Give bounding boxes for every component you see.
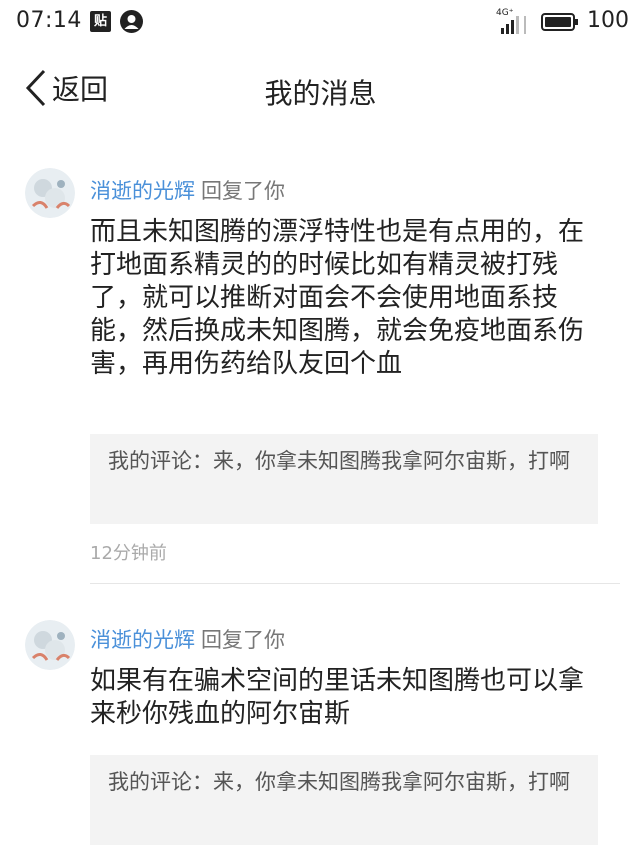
message-time: 12分钟前 bbox=[90, 543, 167, 564]
message-body[interactable]: 如果有在骗术空间的里话未知图腾也可以拿来秒你残血的阿尔宙斯 bbox=[90, 665, 600, 731]
battery-percent: 100 bbox=[587, 8, 629, 33]
status-bar: 07:14 贴 4G⁺ 100 bbox=[0, 0, 641, 44]
page-title: 我的消息 bbox=[264, 77, 377, 110]
avatar[interactable] bbox=[25, 620, 75, 670]
my-comment-quote[interactable]: 我的评论：来，你拿未知图腾我拿阿尔宙斯，打啊 bbox=[90, 434, 598, 524]
signal-icon bbox=[501, 16, 526, 34]
account-notification-icon bbox=[120, 10, 143, 33]
battery-icon bbox=[541, 13, 578, 31]
tieba-notification-icon: 贴 bbox=[90, 11, 111, 32]
message-body[interactable]: 而且未知图腾的漂浮特性也是有点用的，在打地面系精灵的的时候比如有精灵被打残了，就… bbox=[90, 216, 600, 381]
message-header: 消逝的光辉 回复了你 bbox=[90, 624, 285, 654]
reply-action-text: 回复了你 bbox=[201, 179, 285, 203]
nav-bar: 返回 我的消息 bbox=[0, 52, 641, 126]
reply-action-text: 回复了你 bbox=[201, 628, 285, 652]
username-link[interactable]: 消逝的光辉 bbox=[90, 179, 195, 203]
divider bbox=[90, 583, 620, 584]
username-link[interactable]: 消逝的光辉 bbox=[90, 628, 195, 652]
avatar[interactable] bbox=[25, 168, 75, 218]
my-comment-quote[interactable]: 我的评论：来，你拿未知图腾我拿阿尔宙斯，打啊 bbox=[90, 755, 598, 845]
status-time: 07:14 bbox=[16, 8, 82, 33]
message-header: 消逝的光辉 回复了你 bbox=[90, 175, 285, 205]
